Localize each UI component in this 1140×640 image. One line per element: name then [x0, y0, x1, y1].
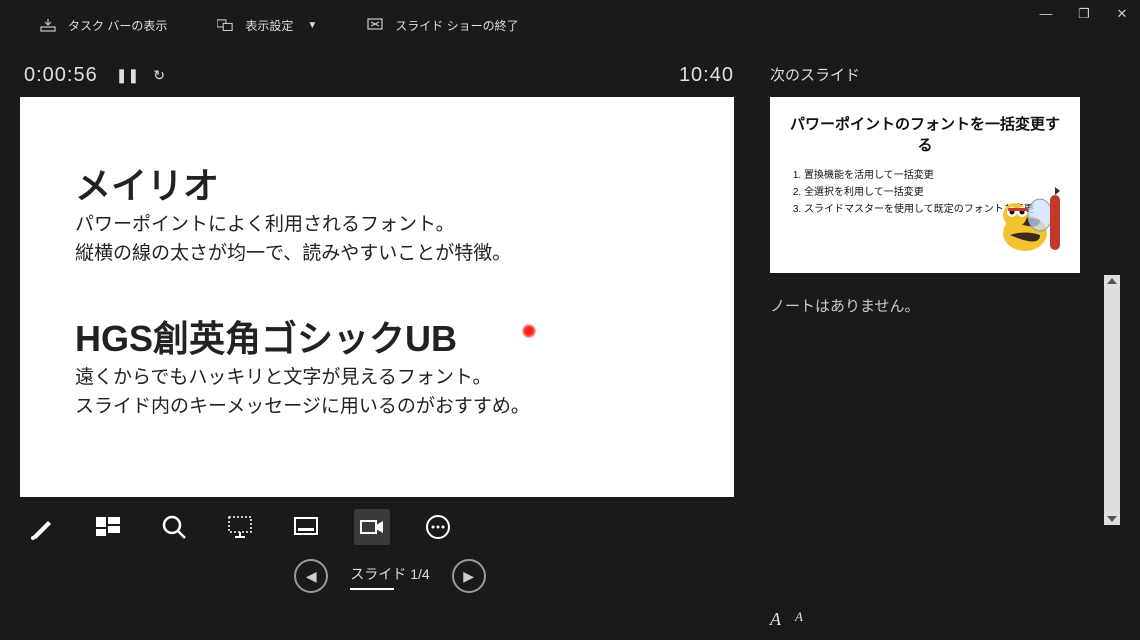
- end-show-icon: [367, 18, 383, 32]
- zoom-tool-button[interactable]: [156, 509, 192, 545]
- slide-text: スライド内のキーメッセージに用いるのがおすすめ。: [75, 393, 679, 422]
- reset-timer-button[interactable]: ↻: [153, 67, 165, 84]
- taskbar-icon: [40, 18, 56, 32]
- pen-tool-button[interactable]: [24, 509, 60, 545]
- increase-font-button[interactable]: A: [770, 609, 781, 630]
- more-options-button[interactable]: [420, 509, 456, 545]
- display-settings-label: 表示設定: [245, 17, 293, 34]
- pause-timer-button[interactable]: ❚❚: [116, 67, 139, 84]
- close-button[interactable]: ✕: [1114, 6, 1130, 22]
- prev-slide-button[interactable]: ◀: [294, 559, 328, 593]
- chevron-down-icon: ▼: [307, 20, 317, 31]
- show-taskbar-button[interactable]: タスク バーの表示: [40, 17, 167, 34]
- next-slide-preview[interactable]: パワーポイントのフォントを一括変更する 置換機能を活用して一括変更 全選択を利用…: [770, 97, 1080, 273]
- presenter-tools: [20, 497, 760, 545]
- next-slide-label: 次のスライド: [770, 64, 1120, 85]
- slide-heading-1: メイリオ: [75, 157, 679, 209]
- camera-button[interactable]: [354, 509, 390, 545]
- laser-pointer-dot: [522, 324, 536, 338]
- notes-font-size-controls: A A: [770, 601, 1120, 640]
- notes-panel: ノートはありません。 A A: [770, 295, 1120, 640]
- decrease-font-button[interactable]: A: [795, 609, 803, 630]
- presenter-topbar: タスク バーの表示 表示設定 ▼ スライド ショーの終了: [0, 0, 1140, 50]
- slide-text: 遠くからでもハッキリと文字が見えるフォント。: [75, 364, 679, 393]
- slide-text: パワーポイントによく利用されるフォント。: [75, 211, 679, 240]
- notes-scrollbar[interactable]: [1104, 275, 1120, 525]
- timer-row: 0:00:56 ❚❚ ↻ 10:40: [20, 50, 760, 97]
- black-screen-button[interactable]: [222, 509, 258, 545]
- minimize-button[interactable]: —: [1038, 6, 1054, 22]
- end-slideshow-label: スライド ショーの終了: [395, 17, 518, 34]
- slide-heading-2: HGS創英角ゴシックUB: [75, 310, 679, 362]
- slide-nav: ◀ スライド 1/4 ▶: [20, 559, 760, 593]
- elapsed-timer: 0:00:56: [24, 64, 98, 87]
- see-all-slides-button[interactable]: [90, 509, 126, 545]
- display-settings-button[interactable]: 表示設定 ▼: [217, 17, 317, 34]
- current-slide-preview: メイリオ パワーポイントによく利用されるフォント。 縦横の線の太さが均一で、読み…: [20, 97, 734, 497]
- slide-text: 縦横の線の太さが均一で、読みやすいことが特徴。: [75, 240, 679, 269]
- subtitle-button[interactable]: [288, 509, 324, 545]
- next-slide-title: パワーポイントのフォントを一括変更する: [788, 113, 1062, 155]
- show-taskbar-label: タスク バーの表示: [68, 17, 167, 34]
- slide-counter[interactable]: スライド 1/4: [350, 564, 429, 588]
- next-slide-button[interactable]: ▶: [452, 559, 486, 593]
- current-time: 10:40: [679, 64, 734, 87]
- restore-button[interactable]: ❐: [1076, 6, 1092, 22]
- notes-empty-text: ノートはありません。: [770, 295, 920, 525]
- list-item: 置換機能を活用して一括変更: [804, 167, 1062, 184]
- end-slideshow-button[interactable]: スライド ショーの終了: [367, 17, 518, 34]
- bee-illustration: [980, 185, 1070, 265]
- display-settings-icon: [217, 18, 233, 32]
